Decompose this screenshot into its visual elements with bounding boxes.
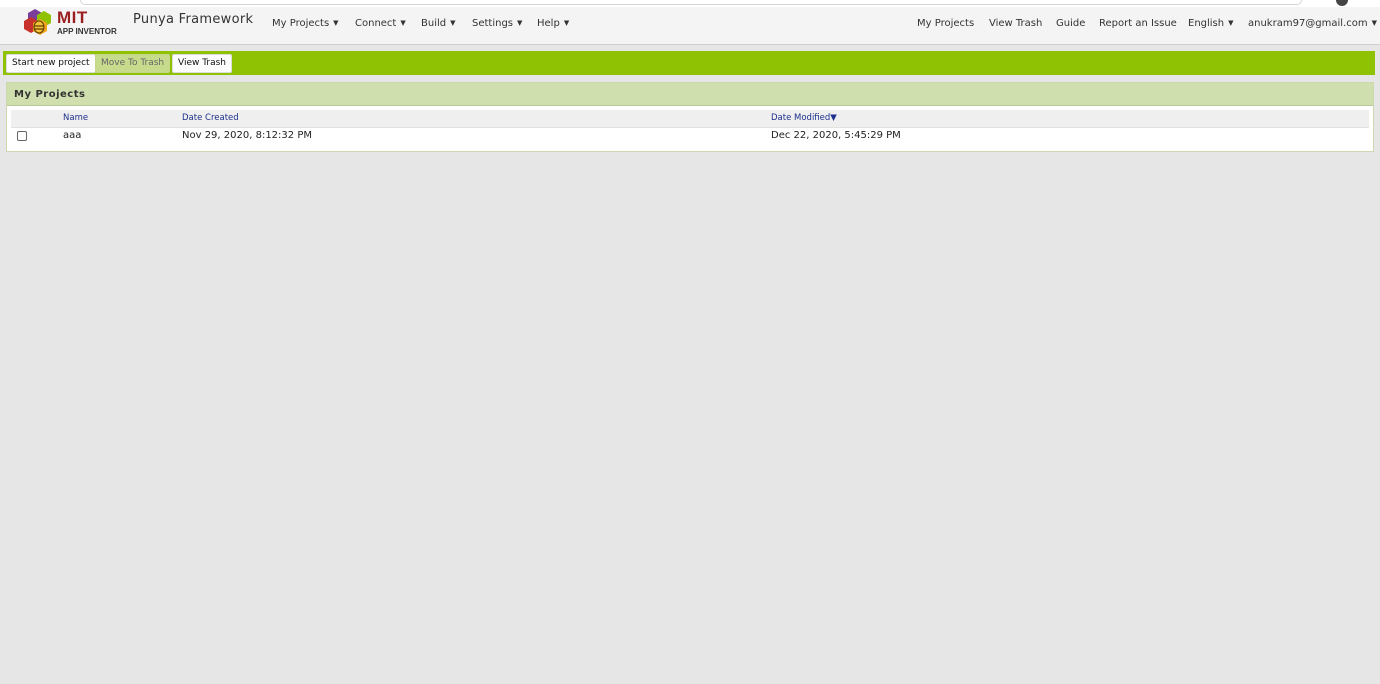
browser-button-edge: [1336, 0, 1348, 6]
caret-down-icon: ▼: [1228, 19, 1234, 27]
projects-panel: My Projects Name Date Created Date Modif…: [6, 82, 1374, 152]
link-report-issue[interactable]: Report an Issue: [1099, 18, 1177, 29]
project-date-modified: Dec 22, 2020, 5:45:29 PM: [771, 130, 901, 141]
table-row[interactable]: aaa Nov 29, 2020, 8:12:32 PM Dec 22, 202…: [11, 128, 1369, 147]
menu-label: My Projects: [272, 18, 330, 29]
move-to-trash-button[interactable]: Move To Trash: [95, 54, 171, 73]
table-header: Name Date Created Date Modified▼: [11, 110, 1369, 128]
link-my-projects[interactable]: My Projects: [917, 18, 974, 29]
user-email: anukram97@gmail.com: [1248, 18, 1368, 29]
brand-title: Punya Framework: [133, 12, 254, 27]
caret-down-icon: ▼: [563, 19, 570, 27]
browser-chrome-strip: [0, 0, 1380, 7]
user-account-dropdown[interactable]: anukram97@gmail.com ▼: [1248, 18, 1377, 29]
column-header-date-modified[interactable]: Date Modified▼: [771, 113, 837, 123]
app-inventor-logo[interactable]: MIT APP INVENTOR: [22, 8, 117, 41]
project-toolbar: Start new project Move To Trash View Tra…: [3, 51, 1375, 75]
caret-down-icon: ▼: [450, 19, 456, 27]
panel-header: My Projects: [7, 83, 1373, 106]
language-label: English: [1188, 18, 1225, 29]
menu-build[interactable]: Build ▼: [421, 18, 456, 29]
language-dropdown[interactable]: English ▼: [1188, 18, 1234, 29]
link-view-trash[interactable]: View Trash: [989, 18, 1042, 29]
caret-down-icon: ▼: [1371, 19, 1377, 27]
panel-title: My Projects: [14, 89, 86, 100]
menu-settings[interactable]: Settings ▼: [472, 18, 522, 29]
row-select-checkbox[interactable]: [17, 131, 27, 141]
menu-help[interactable]: Help ▼: [537, 18, 569, 29]
menu-my-projects[interactable]: My Projects ▼: [272, 18, 339, 29]
project-date-created: Nov 29, 2020, 8:12:32 PM: [182, 130, 312, 141]
caret-down-icon: ▼: [400, 19, 406, 27]
bee-logo-icon: [24, 9, 51, 35]
column-header-date-created[interactable]: Date Created: [182, 113, 239, 123]
menu-label: Connect: [355, 18, 397, 29]
logo-mit-text: MIT: [57, 8, 88, 27]
view-trash-button[interactable]: View Trash: [172, 54, 233, 73]
caret-down-icon: ▼: [517, 19, 523, 27]
menu-connect[interactable]: Connect ▼: [355, 18, 406, 29]
link-guide[interactable]: Guide: [1056, 18, 1085, 29]
top-navigation-bar: MIT APP INVENTOR Punya Framework My Proj…: [0, 7, 1380, 45]
start-new-project-button[interactable]: Start new project: [6, 54, 96, 73]
column-header-name[interactable]: Name: [63, 113, 88, 123]
menu-label: Help: [537, 18, 560, 29]
logo-app-inventor-text: APP INVENTOR: [57, 27, 117, 36]
caret-down-icon: ▼: [333, 19, 339, 27]
menu-label: Settings: [472, 18, 514, 29]
project-name[interactable]: aaa: [63, 130, 81, 141]
menu-label: Build: [421, 18, 447, 29]
address-bar-edge: [80, 0, 1302, 5]
